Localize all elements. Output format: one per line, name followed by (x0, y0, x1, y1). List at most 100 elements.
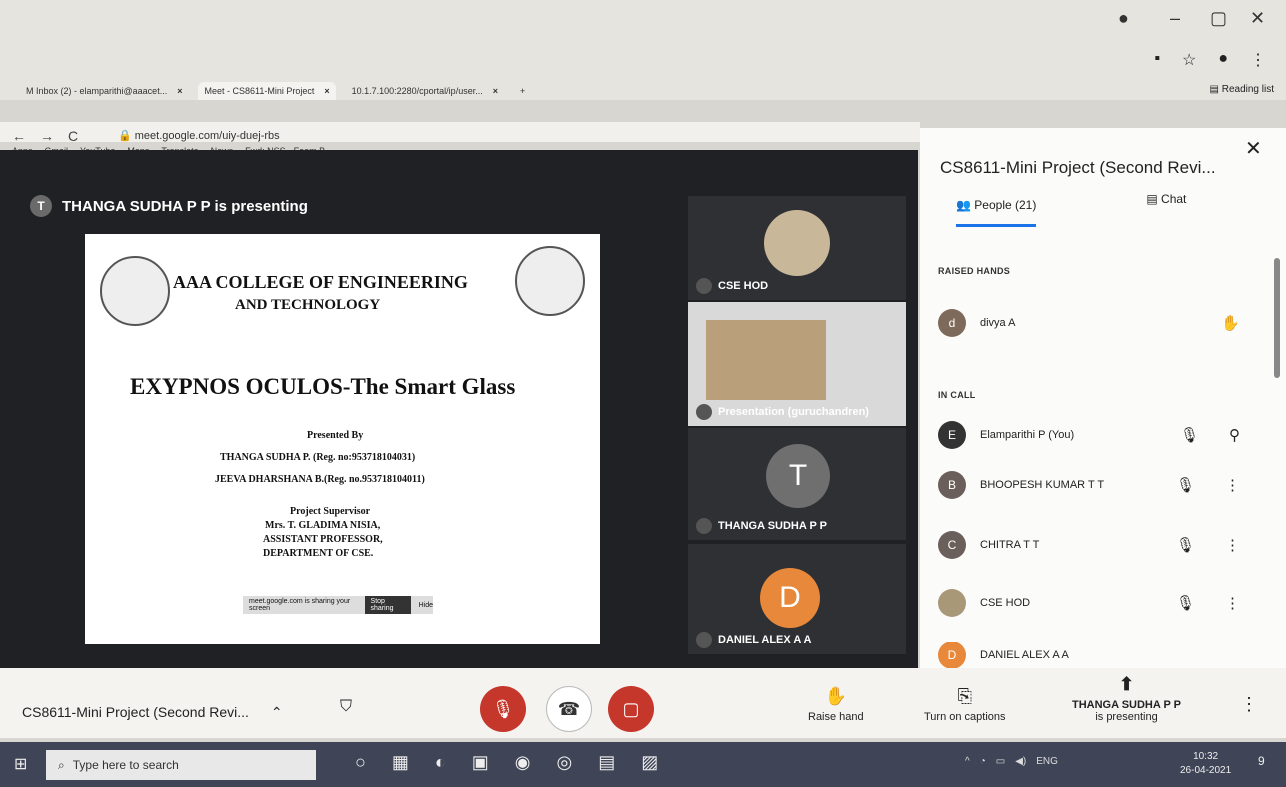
tab-chat[interactable]: ▤ Chat (1146, 192, 1186, 227)
mic-off-icon (696, 278, 712, 294)
tab-inbox[interactable]: M Inbox (2) - elamparithi@aaacet... × (20, 82, 188, 100)
app-icon[interactable]: ◎ (557, 752, 573, 773)
edge-icon[interactable]: ◐ (435, 752, 446, 773)
captions-icon: ⎘ (957, 686, 972, 706)
maximize-icon[interactable]: ▢ (1210, 8, 1227, 29)
profile-icon[interactable]: ● (1218, 50, 1228, 70)
forward-icon[interactable]: → (40, 128, 54, 144)
language-indicator[interactable]: ENG (1036, 756, 1058, 767)
mic-off-icon: 🎙 (491, 698, 515, 719)
hide-button[interactable]: Hide (419, 602, 433, 609)
list-item[interactable]: D DANIEL ALEX A A (938, 642, 1258, 668)
photos-icon[interactable]: ▨ (641, 752, 658, 773)
network-icon[interactable]: ◔ (980, 756, 986, 767)
presentation-slide: AAA COLLEGE OF ENGINEERING AND TECHNOLOG… (85, 234, 600, 644)
student-1: THANGA SUDHA P. (Reg. no:953718104031) (220, 452, 416, 463)
avatar: D (760, 568, 820, 628)
windows-start-icon[interactable]: ⊞ (14, 754, 27, 774)
avatar: C (938, 531, 966, 559)
close-window-icon[interactable]: ✕ (1250, 8, 1265, 29)
pin-icon[interactable]: ⚲ (1229, 426, 1240, 444)
avatar: D (938, 642, 966, 668)
mic-off-icon: 🎙 (1179, 427, 1199, 444)
more-options-icon[interactable]: ⋮ (1225, 594, 1240, 612)
college-emblem-icon (100, 256, 170, 326)
avatar (764, 210, 830, 276)
taskbar: ⊞ ⌕ Type here to search ○ ▦ ◐ ▣ ◉ ◎ ▤ ▨ … (0, 742, 1286, 787)
nav-buttons: ← → C (12, 128, 78, 144)
meeting-name[interactable]: CS8611-Mini Project (Second Revi... ⌃ (22, 704, 283, 721)
chevron-up-icon: ⌃ (270, 704, 283, 720)
shield-icon[interactable]: ⛉ (340, 698, 352, 716)
mic-toggle-button[interactable]: 🎙 (480, 686, 526, 732)
captions-button[interactable]: ⎘ Turn on captions (924, 686, 1006, 723)
reading-list-button[interactable]: ▤ Reading list (1210, 84, 1275, 95)
tab-people[interactable]: 👥 People (21) (956, 198, 1037, 227)
present-icon: ⬆ (1118, 674, 1135, 694)
minimize-icon[interactable]: – (1170, 8, 1180, 29)
college-name-line1: AAA COLLEGE OF ENGINEERING (173, 272, 468, 292)
battery-icon[interactable]: ▭ (996, 756, 1005, 767)
raise-hand-button[interactable]: ✋ Raise hand (808, 686, 864, 723)
tile-thanga-sudha[interactable]: T THANGA SUDHA P P (688, 428, 906, 540)
more-options-icon[interactable]: ⋮ (1225, 536, 1240, 554)
url-field[interactable]: 🔒 meet.google.com/uiy-duej-rbs (118, 129, 280, 142)
close-tab-icon[interactable]: × (324, 86, 329, 96)
close-tab-icon[interactable]: × (493, 86, 498, 96)
list-item[interactable]: CSE HOD 🎙 ⋮ (938, 588, 1258, 618)
new-tab-button[interactable]: + (514, 82, 531, 100)
student-2: JEEVA DHARSHANA B.(Reg. no.953718104011) (215, 474, 425, 485)
menu-icon[interactable]: ⋮ (1250, 50, 1266, 70)
slide-title: EXYPNOS OCULOS-The Smart Glass (130, 374, 516, 399)
more-options-icon[interactable]: ⋮ (1225, 476, 1240, 494)
list-item[interactable]: E Elamparithi P (You) 🎙 ⚲ (938, 420, 1258, 450)
mic-off-icon: 🎙 (1175, 595, 1195, 612)
presentation-thumbnail (706, 320, 826, 400)
reload-icon[interactable]: C (68, 128, 78, 144)
back-icon[interactable]: ← (12, 128, 26, 144)
chrome-icon[interactable]: ◉ (515, 752, 531, 773)
close-panel-icon[interactable]: ✕ (1245, 136, 1262, 161)
stop-sharing-button[interactable]: Stop sharing (364, 596, 411, 614)
leave-call-button[interactable]: ☎ (546, 686, 592, 732)
tile-presentation[interactable]: Presentation (guruchandren) (688, 302, 906, 426)
list-item[interactable]: C CHITRA T T 🎙 ⋮ (938, 530, 1258, 560)
star-icon[interactable]: ☆ (1182, 50, 1196, 70)
volume-icon[interactable]: ◀) (1015, 756, 1026, 767)
notifications-icon[interactable]: 9 (1258, 754, 1265, 768)
supervisor-name: Mrs. T. GLADIMA NISIA, (265, 520, 381, 531)
chat-icon: ▤ (1146, 192, 1158, 206)
clock[interactable]: 10:32 26-04-2021 (1180, 750, 1231, 778)
tile-daniel-alex[interactable]: D DANIEL ALEX A A (688, 544, 906, 654)
avatar: T (766, 444, 830, 508)
system-tray: ^ ◔ ▭ ◀) ENG (965, 756, 1058, 767)
pdf-icon[interactable]: ▤ (598, 752, 615, 773)
extension-icon[interactable]: ▪ (1154, 50, 1160, 70)
more-options-icon[interactable]: ⋮ (1240, 694, 1258, 715)
file-explorer-icon[interactable]: ▦ (392, 752, 409, 773)
task-view-icon[interactable]: ○ (355, 752, 366, 773)
hang-up-icon: ☎ (557, 698, 581, 719)
taskbar-search[interactable]: ⌕ Type here to search (46, 750, 316, 780)
hand-icon: ✋ (824, 686, 848, 706)
presenting-button[interactable]: ⬆ THANGA SUDHA P P is presenting (1072, 674, 1181, 723)
list-item[interactable]: d divya A ✋ (938, 308, 1258, 338)
tab-meet[interactable]: Meet - CS8611-Mini Project × (198, 82, 336, 100)
chevron-up-icon[interactable]: ^ (965, 756, 970, 767)
store-icon[interactable]: ▣ (472, 752, 489, 773)
mic-off-icon: 🎙 (1175, 477, 1195, 494)
scrollbar[interactable] (1274, 258, 1280, 378)
tab-cportal[interactable]: 10.1.7.100:2280/cportal/ip/user... × (346, 82, 504, 100)
screen-share-bar: meet.google.com is sharing your screen S… (243, 596, 433, 614)
mic-off-icon: 🎙 (1175, 537, 1195, 554)
avatar: B (938, 471, 966, 499)
avatar: d (938, 309, 966, 337)
college-seal-icon (515, 246, 585, 316)
list-item[interactable]: B BHOOPESH KUMAR T T 🎙 ⋮ (938, 470, 1258, 500)
tile-cse-hod[interactable]: CSE HOD (688, 196, 906, 300)
search-icon: ⌕ (58, 757, 65, 772)
camera-toggle-button[interactable]: ▢ (608, 686, 654, 732)
supervisor-title: ASSISTANT PROFESSOR, (263, 534, 383, 545)
close-tab-icon[interactable]: × (177, 86, 182, 96)
raised-hand-icon[interactable]: ✋ (1221, 314, 1240, 332)
